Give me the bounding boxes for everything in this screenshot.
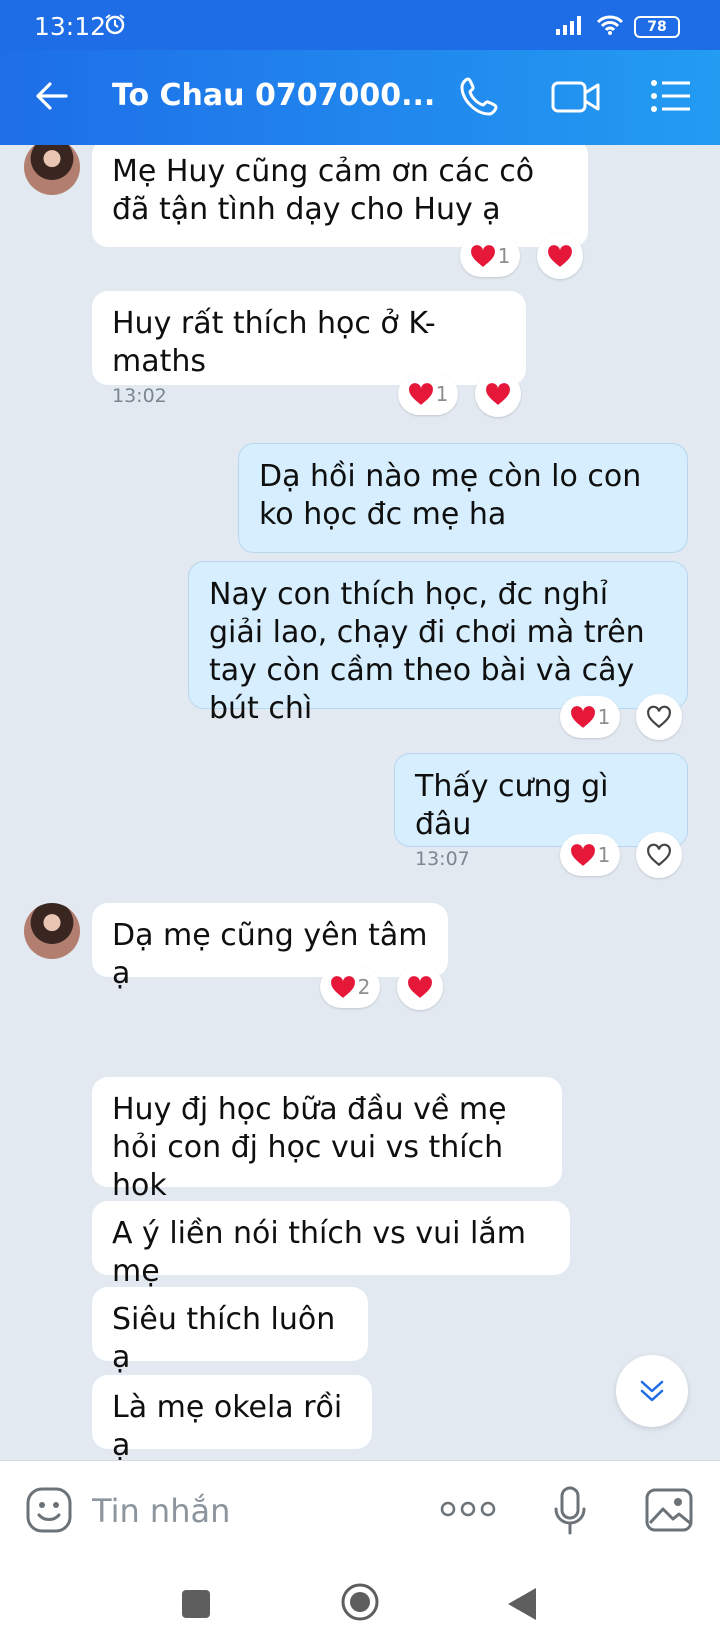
message-time: 13:07	[415, 848, 470, 870]
more-dots-icon[interactable]	[440, 1499, 496, 1523]
message-text: Huy đj học bữa đầu về mẹ hỏi con đj học …	[112, 1092, 507, 1203]
reaction-count[interactable]: 1	[560, 834, 620, 876]
message-bubble-incoming[interactable]: A ý liền nói thích vs vui lắm mẹ	[92, 1201, 570, 1289]
avatar[interactable]	[24, 903, 80, 959]
chat-title[interactable]: To Chau 0707000...	[112, 78, 435, 113]
react-button[interactable]	[636, 694, 682, 740]
sticker-icon[interactable]	[24, 1485, 74, 1539]
reaction-count[interactable]: 1	[460, 235, 520, 277]
react-button[interactable]	[475, 371, 521, 417]
heart-icon	[330, 976, 355, 998]
chevron-double-down-icon	[640, 1380, 664, 1402]
system-navigation-bar	[0, 1560, 720, 1650]
microphone-icon[interactable]	[552, 1485, 588, 1541]
message-text: Siêu thích luôn ạ	[112, 1302, 336, 1375]
chat-header: To Chau 0707000...	[0, 50, 720, 145]
message-bubble-incoming[interactable]: Siêu thích luôn ạ	[92, 1287, 368, 1375]
status-bar: 13:12 78	[0, 0, 720, 50]
reaction-count[interactable]: 2	[320, 966, 380, 1008]
reaction-count[interactable]: 1	[560, 696, 620, 738]
back-triangle-icon[interactable]	[506, 1586, 538, 1626]
message-composer	[0, 1460, 720, 1560]
react-button[interactable]	[397, 964, 443, 1010]
message-bubble-incoming[interactable]: Huy rất thích học ở K-maths 13:02	[92, 291, 526, 407]
wifi-icon	[596, 14, 624, 40]
phone-icon[interactable]	[458, 74, 502, 122]
reaction-count-value: 1	[597, 705, 611, 729]
home-icon[interactable]	[340, 1582, 380, 1626]
heart-outline-icon	[647, 705, 671, 729]
react-button[interactable]	[636, 832, 682, 878]
heart-icon	[408, 976, 432, 998]
message-bubble-incoming[interactable]: Mẹ Huy cũng cảm ơn các cô đã tận tình dạ…	[92, 145, 588, 247]
heart-icon	[408, 383, 433, 405]
heart-icon	[570, 844, 595, 866]
message-text: Mẹ Huy cũng cảm ơn các cô đã tận tình dạ…	[112, 154, 535, 227]
heart-icon	[486, 383, 510, 405]
back-arrow-icon[interactable]	[34, 78, 70, 118]
message-bubble-incoming[interactable]: Dạ mẹ cũng yên tâm ạ	[92, 903, 448, 991]
battery-indicator: 78	[634, 16, 680, 38]
message-text: A ý liền nói thích vs vui lắm mẹ	[112, 1216, 526, 1289]
react-button[interactable]	[537, 233, 583, 279]
recent-apps-icon[interactable]	[182, 1590, 210, 1618]
message-text: Huy rất thích học ở K-maths	[112, 306, 436, 379]
status-icons: 78	[556, 14, 680, 40]
message-text: Thấy cưng gì đâu	[415, 769, 609, 842]
reaction-count-value: 1	[497, 244, 511, 268]
video-camera-icon[interactable]	[550, 78, 602, 120]
heart-icon	[548, 245, 572, 267]
message-bubble-outgoing[interactable]: Thấy cưng gì đâu 13:07	[394, 753, 688, 870]
message-bubble-outgoing[interactable]: Dạ hồi nào mẹ còn lo con ko học đc mẹ ha	[238, 443, 688, 553]
list-menu-icon[interactable]	[650, 78, 692, 118]
message-text: Dạ mẹ cũng yên tâm ạ	[112, 918, 428, 991]
message-input[interactable]	[92, 1487, 392, 1535]
image-icon[interactable]	[644, 1487, 694, 1537]
avatar[interactable]	[24, 145, 80, 195]
message-text: Là mẹ okela rồi ạ	[112, 1390, 343, 1460]
scroll-to-bottom-button[interactable]	[616, 1355, 688, 1427]
message-bubble-outgoing[interactable]: Nay con thích học, đc nghỉ giải lao, chạ…	[188, 561, 688, 726]
heart-icon	[470, 245, 495, 267]
message-list[interactable]: Mẹ Huy cũng cảm ơn các cô đã tận tình dạ…	[0, 145, 720, 1460]
heart-icon	[570, 706, 595, 728]
message-text: Dạ hồi nào mẹ còn lo con ko học đc mẹ ha	[259, 459, 642, 532]
alarm-icon	[104, 13, 126, 39]
signal-icon	[556, 15, 586, 39]
reaction-count-value: 1	[435, 382, 449, 406]
message-bubble-incoming[interactable]: Huy đj học bữa đầu về mẹ hỏi con đj học …	[92, 1077, 562, 1203]
status-time: 13:12	[34, 12, 107, 41]
message-bubble-incoming[interactable]: Là mẹ okela rồi ạ	[92, 1375, 372, 1460]
reaction-count[interactable]: 1	[398, 373, 458, 415]
heart-outline-icon	[647, 843, 671, 867]
reaction-count-value: 1	[597, 843, 611, 867]
reaction-count-value: 2	[357, 975, 371, 999]
